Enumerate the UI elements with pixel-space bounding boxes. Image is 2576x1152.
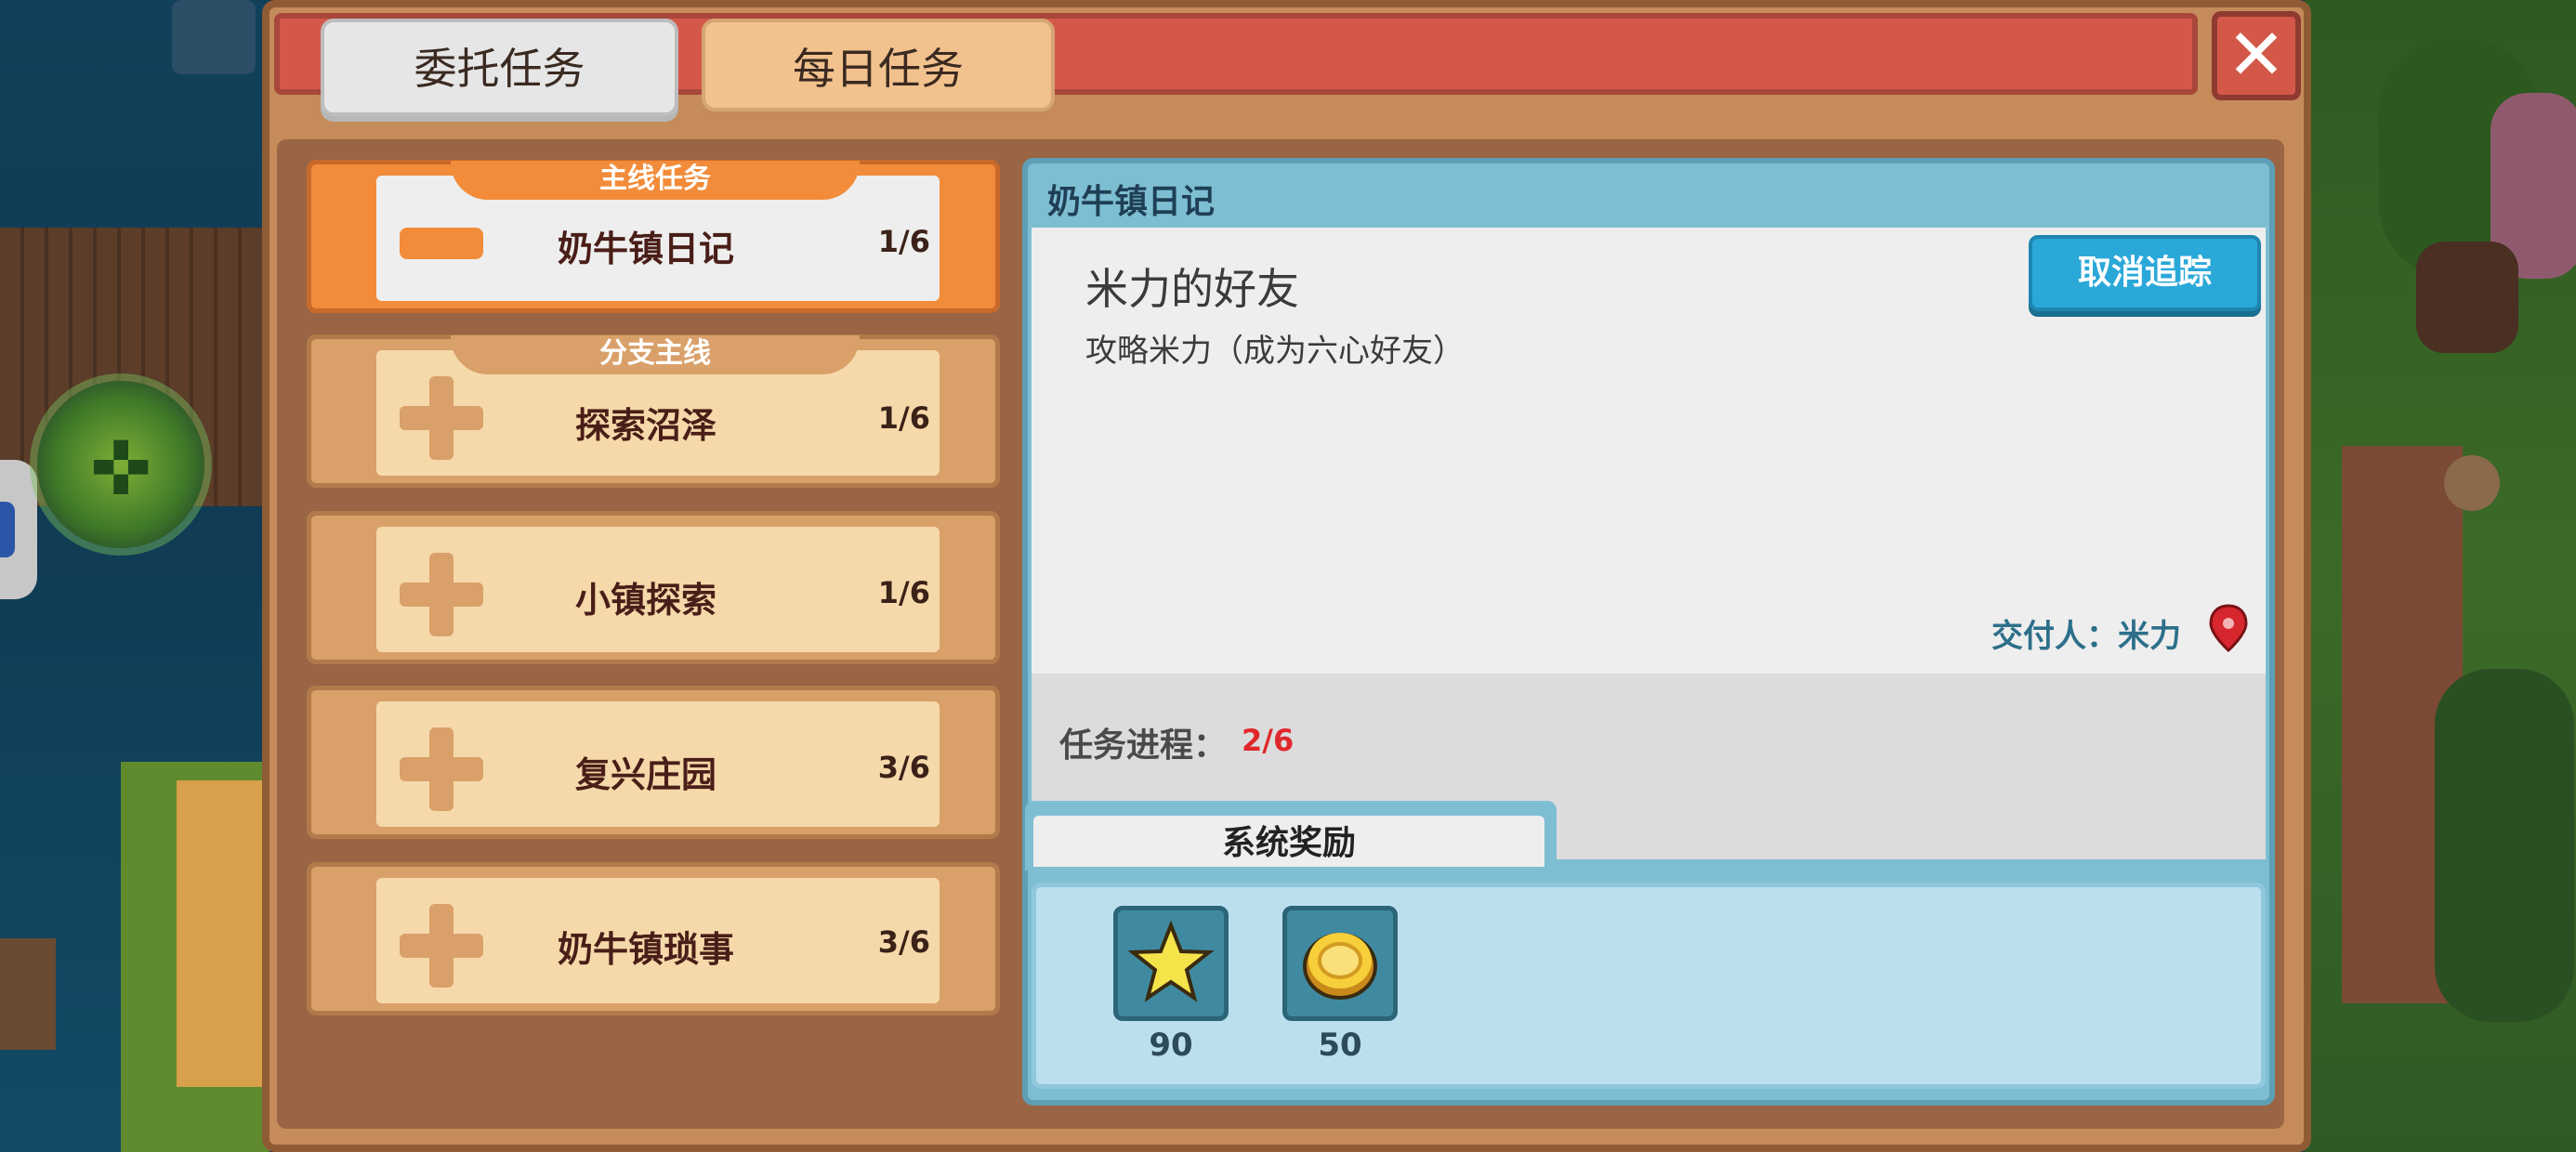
quest-category-name: 探索沼泽 — [574, 405, 716, 446]
quest-category-count: 3/6 — [877, 924, 930, 960]
quest-category-town[interactable]: 小镇探索 1/6 — [307, 511, 1000, 664]
quest-category-farm[interactable]: 复兴庄园 3/6 — [307, 686, 1000, 839]
progress-label: 任务进程： — [1059, 727, 1228, 765]
close-button[interactable]: ✕ — [2212, 11, 2301, 100]
reward-coin-slot[interactable] — [1282, 906, 1398, 1021]
reward-star-amount: 90 — [1149, 1027, 1193, 1064]
quest-category-count: 1/6 — [877, 224, 930, 259]
quest-category-swamp[interactable]: 分支主线 探索沼泽 1/6 — [307, 334, 1000, 488]
tab-commission-tasks[interactable]: 委托任务 — [321, 19, 678, 116]
background-pine-tree — [2435, 669, 2574, 1022]
expand-icon — [400, 904, 483, 988]
quest-description: 攻略米力（成为六心好友） — [1085, 333, 1465, 370]
star-icon — [1127, 920, 1215, 1002]
reward-tab: 系统奖励 — [1033, 816, 1544, 867]
close-icon: ✕ — [2227, 13, 2286, 96]
quest-category-chores[interactable]: 奶牛镇琐事 3/6 — [307, 862, 1000, 1015]
quest-giver: 交付人：米力 — [1991, 618, 2181, 655]
quest-category-header: 分支主线 — [451, 335, 860, 374]
chapter-title: 奶牛镇日记 — [1047, 183, 1216, 221]
gold-coin-icon — [1303, 933, 1377, 1000]
expand-icon — [400, 553, 483, 636]
quest-category-count: 3/6 — [877, 750, 930, 785]
quest-category-count: 1/6 — [877, 575, 930, 610]
gamepad-icon: ✜ — [89, 425, 152, 512]
background-sand — [177, 780, 269, 1087]
background-stump — [2444, 455, 2500, 511]
quest-category-name: 奶牛镇琐事 — [557, 929, 734, 970]
quest-category-name: 复兴庄园 — [574, 754, 716, 795]
expand-icon — [400, 376, 483, 460]
quest-category-count: 1/6 — [877, 400, 930, 436]
progress-value: 2/6 — [1242, 723, 1295, 758]
reward-star-slot[interactable] — [1113, 906, 1229, 1021]
tab-daily-tasks[interactable]: 每日任务 — [702, 19, 1055, 111]
top-left-map-icon — [172, 0, 256, 74]
collapse-icon — [400, 228, 483, 259]
untrack-button[interactable]: 取消追踪 — [2029, 235, 2261, 311]
background-crate — [0, 938, 56, 1050]
side-button-icon — [0, 502, 15, 557]
map-pin-icon[interactable] — [2208, 604, 2249, 652]
quest-category-name: 小镇探索 — [574, 580, 716, 621]
quest-category-header: 主线任务 — [451, 161, 860, 200]
expand-icon — [400, 727, 483, 811]
background-tree-trunk — [2416, 242, 2518, 353]
quest-category-main[interactable]: 主线任务 奶牛镇日记 1/6 — [307, 160, 1000, 313]
quest-title: 米力的好友 — [1085, 264, 1299, 314]
reward-coin-amount: 50 — [1318, 1027, 1362, 1064]
quest-category-name: 奶牛镇日记 — [557, 229, 734, 269]
